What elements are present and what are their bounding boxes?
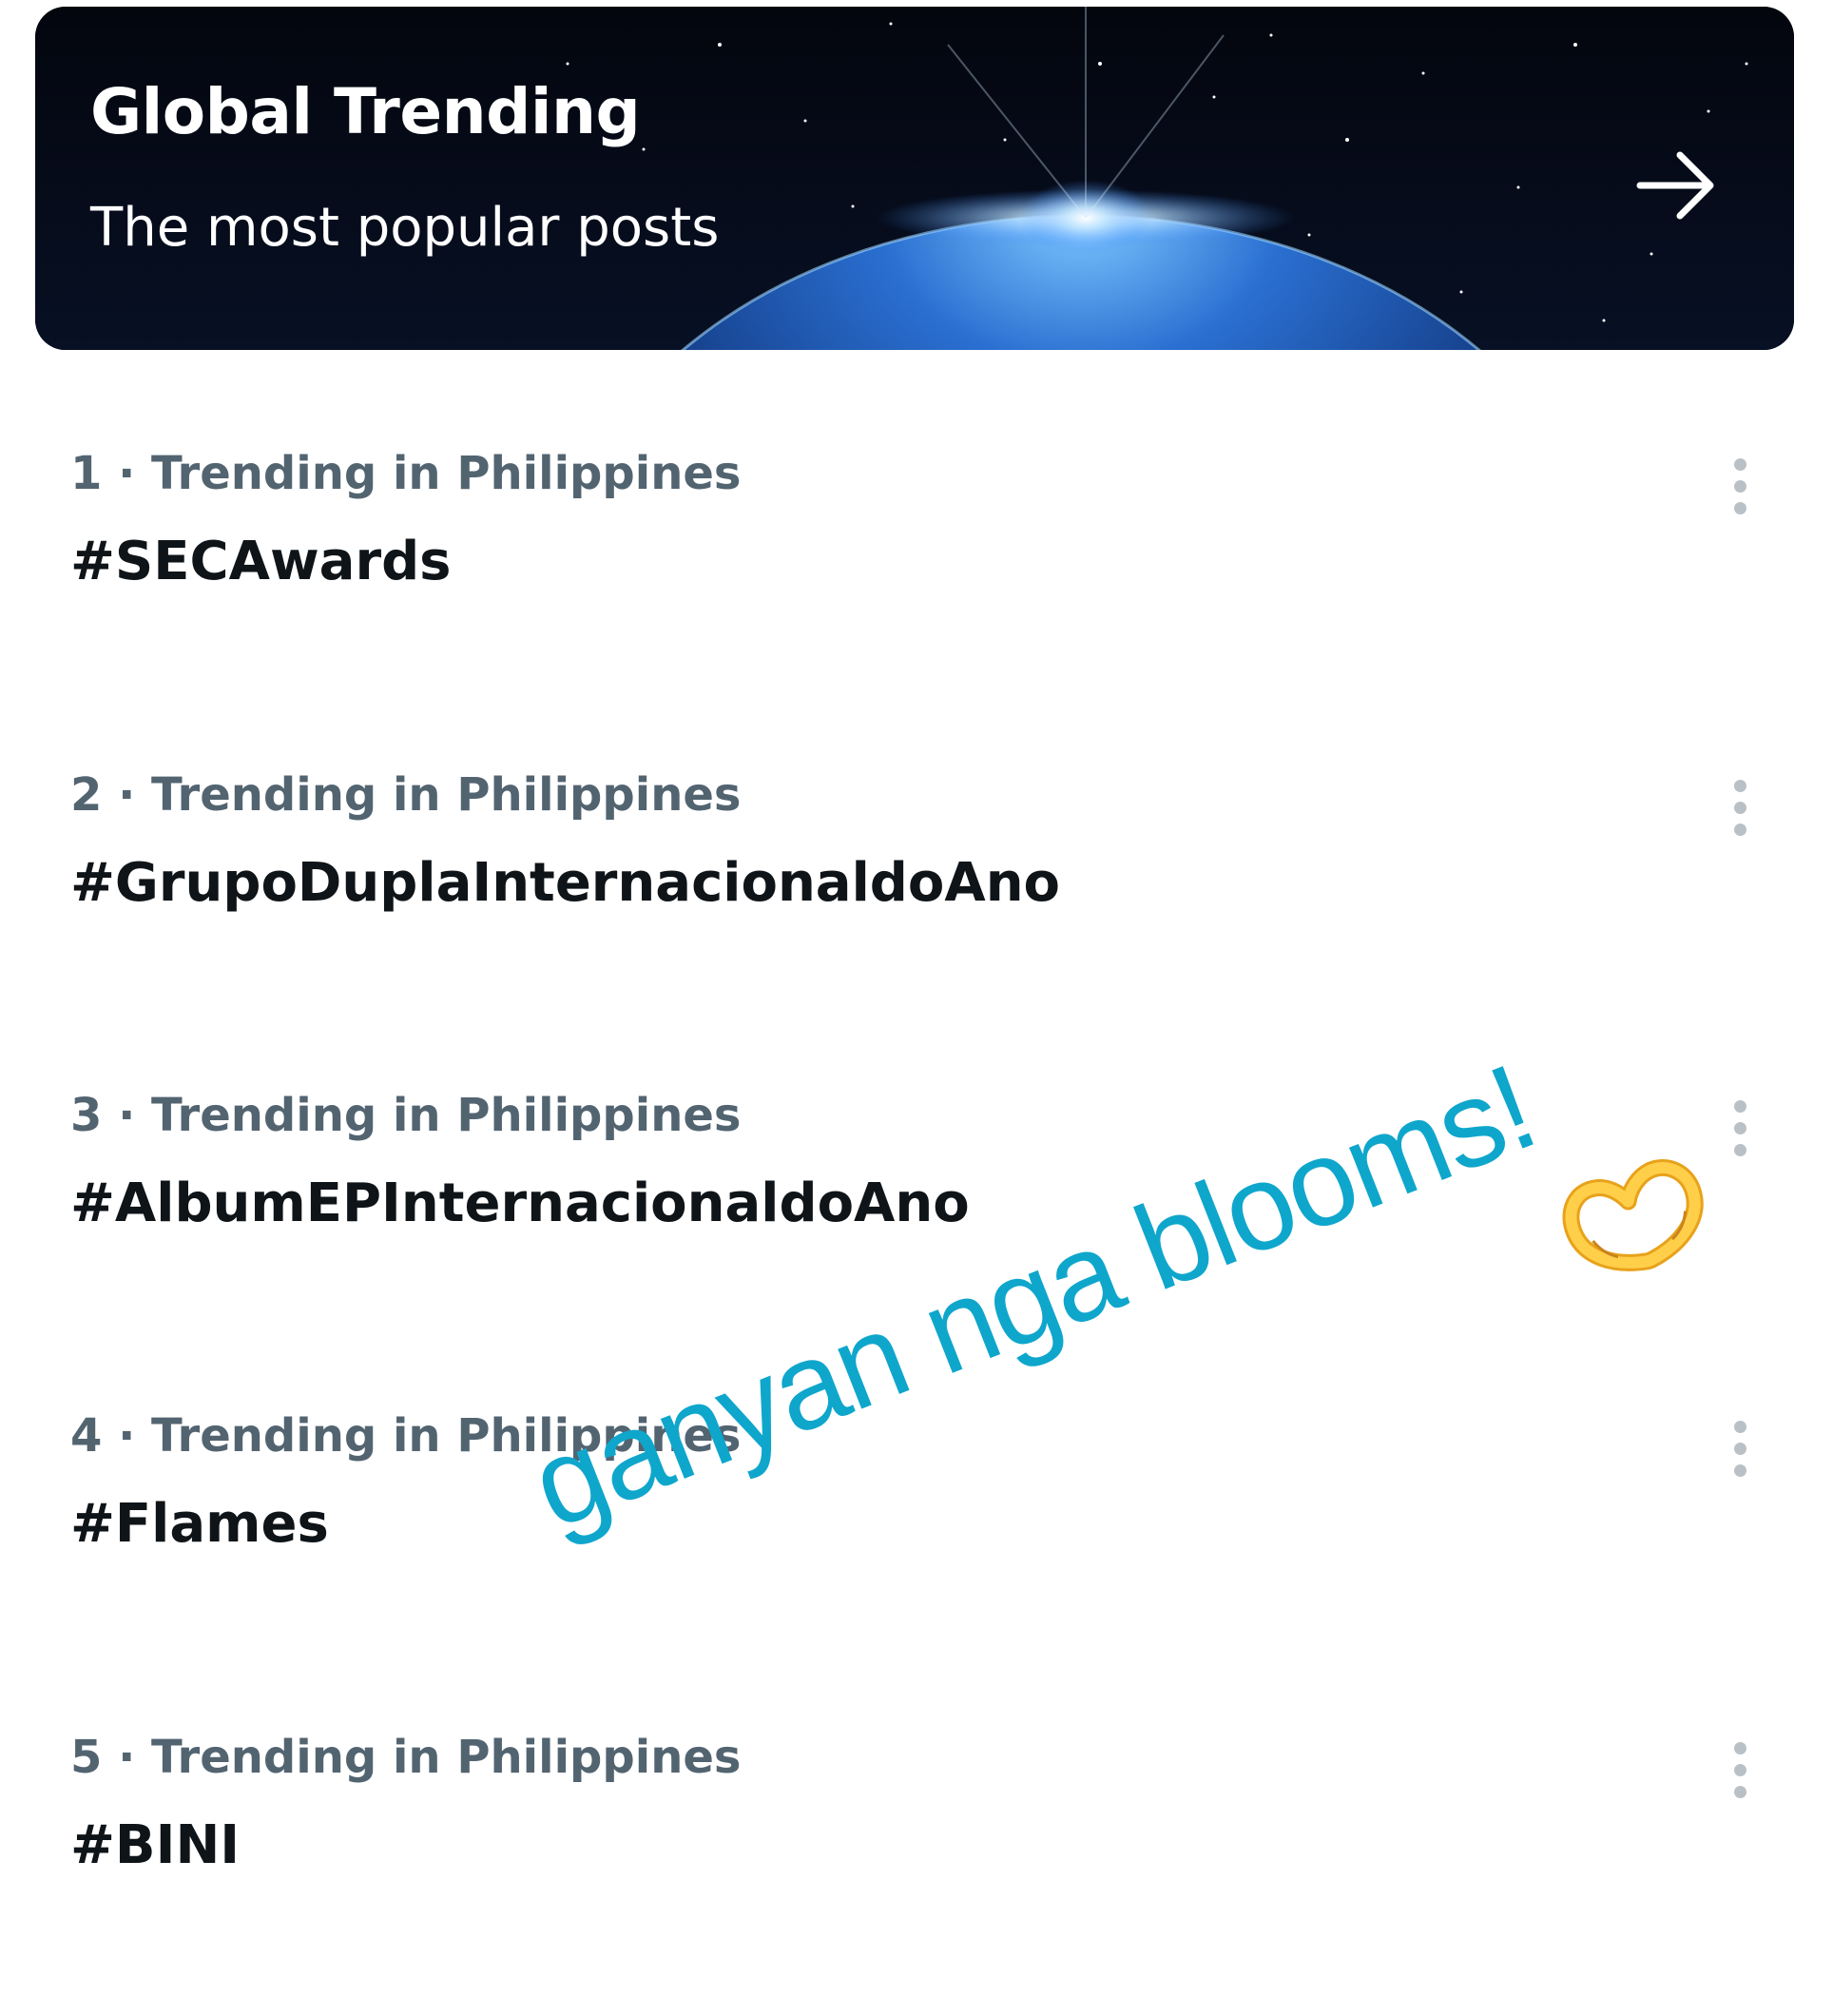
more-vertical-icon[interactable] [1719,1095,1761,1161]
trend-rank-location: 5 · Trending in Philippines [70,1731,742,1784]
trend-hashtag: #Flames [70,1493,329,1555]
more-vertical-icon[interactable] [1719,774,1761,841]
trend-hashtag: #SECAwards [70,531,452,592]
trend-hashtag: #GrupoDuplaInternacionaldoAno [70,852,1061,914]
trend-rank-location: 2 · Trending in Philippines [70,768,742,822]
trend-item[interactable]: 4 · Trending in Philippines #Flames [0,1409,1833,1695]
banner-title: Global Trending [90,75,641,148]
arrow-right-icon[interactable] [1634,147,1720,223]
more-vertical-icon[interactable] [1719,1415,1761,1482]
earth-space-background-image [35,7,1794,350]
trend-hashtag: #AlbumEPInternacionaldoAno [70,1173,970,1234]
trend-item[interactable]: 5 · Trending in Philippines #BINI [0,1731,1833,2016]
more-vertical-icon[interactable] [1719,1736,1761,1803]
banner-subtitle: The most popular posts [90,197,720,259]
trend-rank-location: 1 · Trending in Philippines [70,447,742,500]
more-vertical-icon[interactable] [1719,453,1761,519]
trend-item[interactable]: 1 · Trending in Philippines #SECAwards [0,447,1833,732]
global-trending-banner[interactable]: Global Trending The most popular posts [35,7,1794,350]
trend-rank-location: 3 · Trending in Philippines [70,1089,742,1142]
heart-hands-emoji-icon [1562,1159,1704,1271]
trend-item[interactable]: 2 · Trending in Philippines #GrupoDuplaI… [0,768,1833,1054]
trend-hashtag: #BINI [70,1814,241,1876]
